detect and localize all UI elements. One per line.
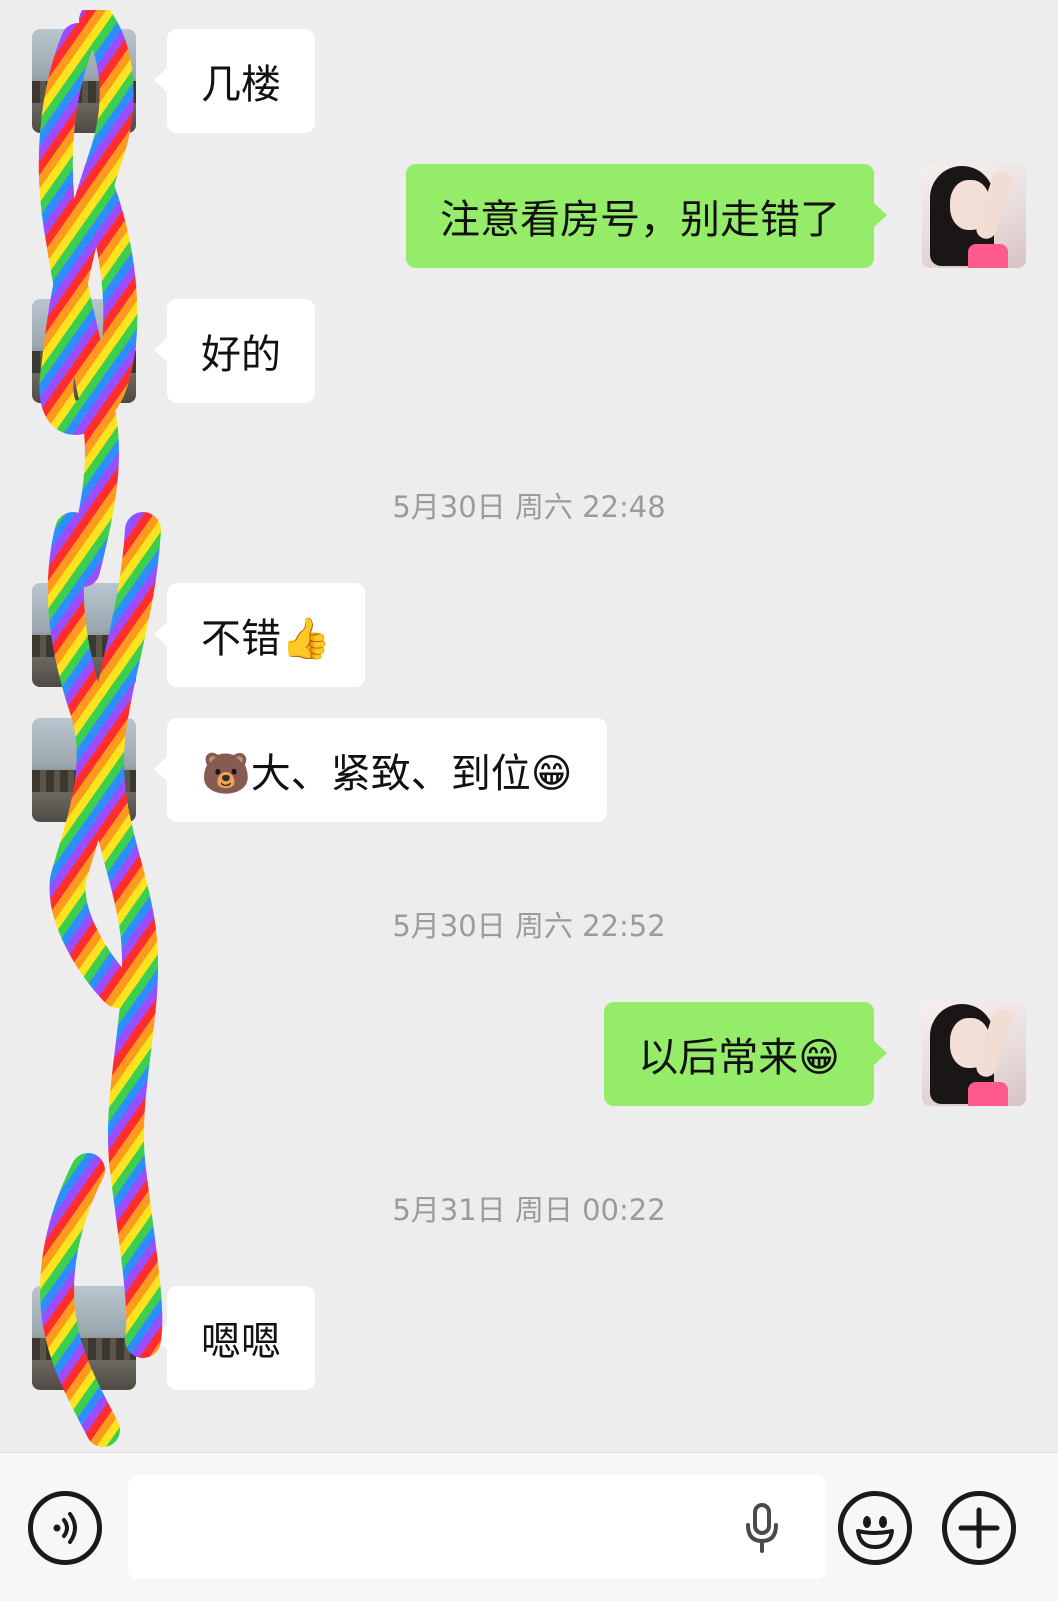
emoji-icon [856,1516,894,1549]
message-text: 好的 [201,332,281,378]
received-message[interactable]: 嗯嗯 [154,1286,315,1390]
my-avatar[interactable] [922,164,1026,268]
message-text: 嗯嗯 [201,1319,281,1365]
input-bar [0,1452,1058,1601]
voice-toggle-button[interactable] [28,1491,102,1565]
sent-message[interactable]: 注意看房号，别走错了 [406,164,887,268]
plus-icon [958,1507,1000,1549]
received-message[interactable]: 🐻大、紧致、到位😁 [154,718,607,822]
message-text: 不错👍 [201,616,331,662]
message-timestamp: 5月30日 周六 22:48 [392,490,666,524]
message-text: 注意看房号，别走错了 [440,197,840,243]
chat-area[interactable]: 几楼 注意看房号，别走错了 好的 5月30日 周六 22:48 不错👍 🐻大、紧… [0,0,1058,1450]
my-avatar[interactable] [922,1002,1026,1106]
message-timestamp: 5月30日 周六 22:52 [392,909,666,943]
message-input[interactable] [128,1475,826,1579]
message-timestamp: 5月31日 周日 00:22 [392,1193,666,1227]
received-message[interactable]: 几楼 [154,29,315,133]
message-text: 几楼 [201,62,281,108]
more-button[interactable] [942,1491,1016,1565]
contact-avatar[interactable] [32,718,136,822]
microphone-icon[interactable] [744,1503,780,1553]
sent-message[interactable]: 以后常来😁 [604,1002,887,1106]
received-message[interactable]: 不错👍 [154,583,365,687]
contact-avatar[interactable] [32,299,136,403]
voice-toggle-icon [53,1512,77,1544]
contact-avatar[interactable] [32,1286,136,1390]
received-message[interactable]: 好的 [154,299,315,403]
emoji-button[interactable] [838,1491,912,1565]
message-text: 以后常来😁 [638,1035,840,1081]
message-text: 🐻大、紧致、到位😁 [201,751,573,797]
contact-avatar[interactable] [32,29,136,133]
contact-avatar[interactable] [32,583,136,687]
